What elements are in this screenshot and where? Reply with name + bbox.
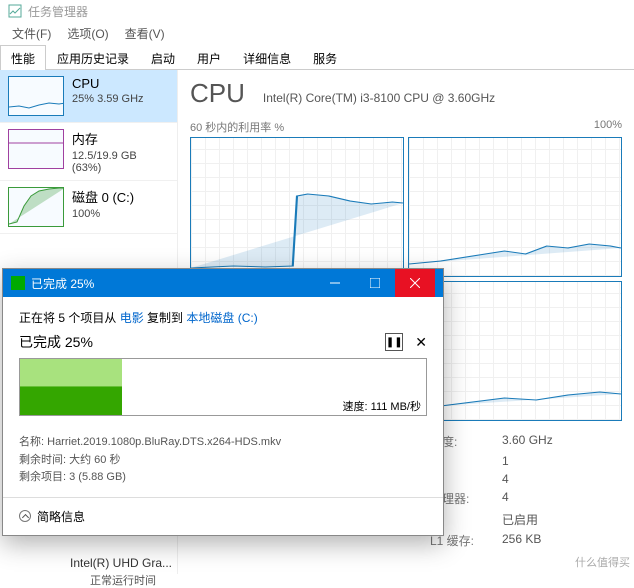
cpu-chart-1[interactable] — [408, 137, 622, 277]
detail-remain-items: 剩余项目: 3 (5.88 GB) — [19, 469, 427, 487]
sidebar-disk-text: 磁盘 0 (C:) 100% — [72, 187, 134, 227]
copy-prefix: 正在将 5 个项目从 — [19, 311, 120, 325]
copy-controls: ❚❚ ✕ — [385, 333, 427, 351]
maximize-icon — [370, 278, 380, 288]
disk-thumb-chart — [8, 187, 64, 227]
tab-startup[interactable]: 启动 — [140, 45, 186, 70]
close-icon — [410, 278, 420, 288]
copy-status: 已完成 25% — [19, 332, 93, 352]
tab-app-history[interactable]: 应用历史记录 — [46, 45, 140, 70]
copy-source-link[interactable]: 电影 — [120, 311, 144, 325]
tab-users[interactable]: 用户 — [186, 45, 232, 70]
titlebar[interactable]: 任务管理器 — [0, 0, 634, 22]
cpu-model: Intel(R) Core(TM) i3-8100 CPU @ 3.60GHz — [263, 91, 495, 105]
sidebar-mem-label: 内存 — [72, 129, 169, 148]
tab-details[interactable]: 详细信息 — [232, 45, 302, 70]
mem-thumb-chart — [8, 129, 64, 169]
sidebar-item-cpu[interactable]: CPU 25% 3.59 GHz — [0, 70, 177, 123]
pause-button[interactable]: ❚❚ — [385, 333, 403, 351]
uptime-label: 正常运行时间 — [90, 572, 156, 588]
tab-services[interactable]: 服务 — [302, 45, 348, 70]
copy-status-row: 已完成 25% ❚❚ ✕ — [19, 332, 427, 352]
sidebar-mem-text: 内存 12.5/19.9 GB (63%) — [72, 129, 169, 174]
main-heading-row: CPU Intel(R) Core(TM) i3-8100 CPU @ 3.60… — [190, 78, 622, 109]
main-heading: CPU — [190, 78, 245, 109]
app-icon — [8, 4, 22, 18]
menu-file[interactable]: 文件(F) — [4, 23, 59, 44]
copy-titlebar[interactable]: 已完成 25% — [3, 269, 443, 297]
copy-speed-label: 速度: 111 MB/秒 — [19, 398, 427, 414]
copy-dest-link[interactable]: 本地磁盘 (C:) — [186, 311, 257, 325]
sidebar-disk-sub: 100% — [72, 208, 134, 220]
maximize-button[interactable] — [355, 269, 395, 297]
copy-title: 已完成 25% — [31, 275, 94, 292]
stat-cores: 4 — [502, 472, 622, 486]
util-label-right: 100% — [594, 119, 622, 135]
sidebar-mem-sub: 12.5/19.9 GB (63%) — [72, 150, 169, 174]
window-title: 任务管理器 — [28, 3, 88, 20]
tab-performance[interactable]: 性能 — [0, 45, 46, 70]
cpu-charts-row1 — [190, 137, 622, 277]
detail-remain-time: 剩余时间: 大约 60 秒 — [19, 452, 427, 470]
minimize-button[interactable] — [315, 269, 355, 297]
sidebar-disk-label: 磁盘 0 (C:) — [72, 187, 134, 206]
footer-toggle-label: 简略信息 — [37, 508, 85, 525]
stat-speed: 3.60 GHz — [502, 433, 622, 450]
cancel-button[interactable]: ✕ — [415, 334, 427, 351]
stat-l1: 256 KB — [502, 532, 622, 549]
stat-virt: 已启用 — [502, 511, 622, 528]
util-label-left: 60 秒内的利用率 % — [190, 119, 284, 135]
copy-footer[interactable]: 简略信息 — [3, 497, 443, 535]
pause-icon: ❚❚ — [386, 337, 403, 348]
copy-progress-icon — [11, 276, 25, 290]
file-copy-dialog: 已完成 25% 正在将 5 个项目从 电影 复制到 本地磁盘 (C:) 已完成 … — [2, 268, 444, 536]
detail-name-label: 名称: — [19, 436, 44, 448]
menubar: 文件(F) 选项(O) 查看(V) — [0, 22, 634, 44]
sidebar-cpu-sub: 25% 3.59 GHz — [72, 93, 144, 105]
watermark: 什么值得买 — [575, 554, 630, 570]
minimize-icon — [330, 278, 340, 288]
stat-sockets: 1 — [502, 454, 622, 468]
sidebar-item-disk[interactable]: 磁盘 0 (C:) 100% — [0, 181, 177, 234]
sidebar-cpu-text: CPU 25% 3.59 GHz — [72, 76, 144, 116]
copy-description: 正在将 5 个项目从 电影 复制到 本地磁盘 (C:) — [19, 309, 427, 326]
copy-details: 名称: Harriet.2019.1080p.BluRay.DTS.x264-H… — [19, 434, 427, 487]
sidebar-item-gpu[interactable]: Intel(R) UHD Gra... — [70, 556, 172, 570]
copy-mid: 复制到 — [144, 311, 187, 325]
tab-bar: 性能 应用历史记录 启动 用户 详细信息 服务 — [0, 44, 634, 70]
sidebar-item-memory[interactable]: 内存 12.5/19.9 GB (63%) — [0, 123, 177, 181]
close-button[interactable] — [395, 269, 435, 297]
detail-name-value: Harriet.2019.1080p.BluRay.DTS.x264-HDS.m… — [47, 436, 281, 448]
chevron-up-icon — [19, 510, 31, 522]
chart-label-row: 60 秒内的利用率 % 100% — [190, 119, 622, 135]
cpu-chart-0[interactable] — [190, 137, 404, 277]
cpu-stats: 速度: 3.60 GHz 1 4 处理器: 4 已启用 L1 缓存: 256 K… — [430, 433, 622, 549]
menu-view[interactable]: 查看(V) — [117, 23, 173, 44]
menu-options[interactable]: 选项(O) — [59, 23, 116, 44]
sidebar-cpu-label: CPU — [72, 76, 144, 91]
stat-lproc: 4 — [502, 490, 622, 507]
copy-body: 正在将 5 个项目从 电影 复制到 本地磁盘 (C:) 已完成 25% ❚❚ ✕… — [3, 297, 443, 497]
cpu-thumb-chart — [8, 76, 64, 116]
